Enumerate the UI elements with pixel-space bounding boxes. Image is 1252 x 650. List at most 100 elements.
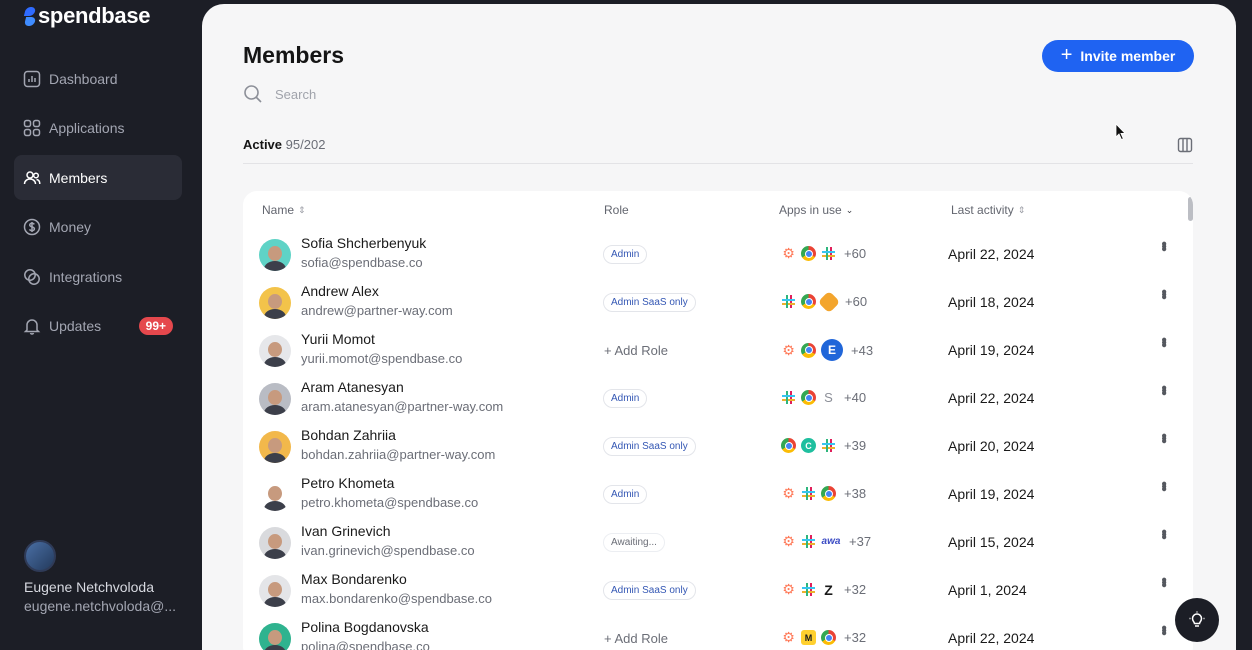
table-row[interactable]: Andrew Alex andrew@partner-way.com Admin S… xyxy=(243,279,1193,327)
member-name[interactable]: Andrew Alex xyxy=(301,283,379,299)
chrome-icon xyxy=(801,294,816,309)
search-bar[interactable]: Search xyxy=(243,84,316,104)
apps-in-use[interactable]: ⚙ awa +37 xyxy=(781,533,871,549)
member-name[interactable]: Sofia Shcherbenyuk xyxy=(301,235,426,251)
apps-in-use[interactable]: ⚙ +38 xyxy=(781,485,866,501)
slack-icon xyxy=(801,486,816,501)
column-header-label: Role xyxy=(604,203,629,217)
apps-in-use[interactable]: ⚙ Z +32 xyxy=(781,581,867,598)
brand-logo[interactable]: spendbase xyxy=(24,3,151,29)
apps-in-use[interactable]: ⚙ M +32 xyxy=(781,629,867,645)
chrome-icon xyxy=(781,438,796,453)
column-header-activity[interactable]: Last activity ⇕ xyxy=(951,203,1025,217)
user-profile[interactable]: Eugene Netchvoloda eugene.netchvoloda@..… xyxy=(24,540,184,616)
apps-more-count: +32 xyxy=(844,630,867,645)
member-name[interactable]: Polina Bogdanovska xyxy=(301,619,429,635)
apps-in-use[interactable]: C +39 xyxy=(781,438,866,453)
tab-active[interactable]: Active 95/202 xyxy=(243,137,325,152)
apps-in-use[interactable]: ⚙ +60 xyxy=(781,245,867,261)
sort-icon: ⇕ xyxy=(1017,204,1026,215)
search-icon xyxy=(244,85,262,103)
apps-more-count: +60 xyxy=(845,294,868,309)
add-role-button[interactable]: + Add Role xyxy=(604,631,668,646)
chrome-icon xyxy=(801,246,816,261)
member-name[interactable]: Yurii Momot xyxy=(301,331,375,347)
row-menu-icon[interactable]: ••• xyxy=(1155,529,1172,537)
row-menu-icon[interactable]: ••• xyxy=(1155,577,1172,585)
apps-more-count: +43 xyxy=(851,342,874,358)
tips-button[interactable] xyxy=(1175,598,1219,642)
last-activity: April 22, 2024 xyxy=(948,390,1035,406)
apps-in-use[interactable]: ⚙ E +43 xyxy=(781,339,874,361)
row-menu-icon[interactable]: ••• xyxy=(1155,385,1172,393)
member-email: aram.atanesyan@partner-way.com xyxy=(301,399,504,414)
apps-in-use[interactable]: +60 xyxy=(781,290,868,313)
role-badge[interactable]: Admin xyxy=(603,389,648,408)
row-menu-icon[interactable]: ••• xyxy=(1155,337,1172,345)
table-row[interactable]: Aram Atanesyan aram.atanesyan@partner-way… xyxy=(243,375,1193,423)
hubspot-icon: ⚙ xyxy=(782,245,795,261)
role-badge[interactable]: Awaiting... xyxy=(603,533,665,552)
apps-more-count: +60 xyxy=(844,246,867,261)
member-email: petro.khometa@spendbase.co xyxy=(301,495,479,510)
table-row[interactable]: Sofia Shcherbenyuk sofia@spendbase.co Admi… xyxy=(243,231,1193,279)
role-badge[interactable]: Admin SaaS only xyxy=(603,581,696,600)
member-name[interactable]: Petro Khometa xyxy=(301,475,394,491)
column-header-apps[interactable]: Apps in use ⌄ xyxy=(779,203,853,217)
apps-more-count: +39 xyxy=(844,438,867,453)
chrome-icon xyxy=(821,486,836,501)
sidebar-item-money[interactable]: Money xyxy=(14,205,182,250)
avatar xyxy=(24,540,56,572)
hubspot-icon: ⚙ xyxy=(782,533,795,549)
last-activity: April 20, 2024 xyxy=(948,438,1035,454)
table-row[interactable]: Polina Bogdanovska polina@spendbase.co + A… xyxy=(243,615,1193,650)
columns-icon xyxy=(1177,137,1193,153)
last-activity: April 19, 2024 xyxy=(948,342,1035,358)
table-scrollbar[interactable] xyxy=(1188,197,1193,221)
profile-email: eugene.netchvoloda@... xyxy=(24,598,176,614)
apps-more-count: +40 xyxy=(844,390,867,405)
table-row[interactable]: Yurii Momot yurii.momot@spendbase.co + Add… xyxy=(243,327,1193,375)
member-name[interactable]: Aram Atanesyan xyxy=(301,379,404,395)
member-name[interactable]: Max Bondarenko xyxy=(301,571,407,587)
page-title: Members xyxy=(243,42,344,68)
brand-name: spendbase xyxy=(38,3,151,28)
column-header-label: Last activity xyxy=(951,203,1014,217)
apps-in-use[interactable]: S +40 xyxy=(781,390,866,405)
invite-member-button[interactable]: + Invite member xyxy=(1042,40,1194,72)
table-row[interactable]: Ivan Grinevich ivan.grinevich@spendbase.c… xyxy=(243,519,1193,567)
table-row[interactable]: Max Bondarenko max.bondarenko@spendbase.c… xyxy=(243,567,1193,615)
role-badge[interactable]: Admin SaaS only xyxy=(603,293,696,312)
table-row[interactable]: Bohdan Zahriia bohdan.zahriia@partner-way… xyxy=(243,423,1193,471)
lightbulb-icon xyxy=(1189,611,1205,627)
row-menu-icon[interactable]: ••• xyxy=(1155,289,1172,297)
member-email: polina@spendbase.co xyxy=(301,639,430,650)
add-role-button[interactable]: + Add Role xyxy=(604,343,668,358)
sidebar-item-integrations[interactable]: Integrations xyxy=(14,254,182,299)
search-input[interactable]: Search xyxy=(275,87,316,102)
role-badge[interactable]: Admin xyxy=(603,485,648,504)
row-menu-icon[interactable]: ••• xyxy=(1155,241,1172,249)
avatar xyxy=(259,239,291,271)
role-badge[interactable]: Admin xyxy=(603,245,648,264)
sidebar-item-dashboard[interactable]: Dashboard xyxy=(14,56,182,101)
chart-icon xyxy=(23,70,41,88)
row-menu-icon[interactable]: ••• xyxy=(1155,625,1172,633)
sidebar-item-label: Applications xyxy=(49,120,125,137)
member-name[interactable]: Bohdan Zahriia xyxy=(301,427,396,443)
sidebar-item-label: Dashboard xyxy=(49,70,118,87)
row-menu-icon[interactable]: ••• xyxy=(1155,433,1172,441)
role-badge[interactable]: Admin SaaS only xyxy=(603,437,696,456)
column-header-name[interactable]: Name ⇕ xyxy=(262,203,306,217)
apps-more-count: +32 xyxy=(844,582,867,597)
sidebar-item-applications[interactable]: Applications xyxy=(14,106,182,151)
elementor-icon: E xyxy=(821,339,843,361)
row-menu-icon[interactable]: ••• xyxy=(1155,481,1172,489)
sidebar-item-members[interactable]: Members xyxy=(14,155,182,201)
member-email: ivan.grinevich@spendbase.co xyxy=(301,543,475,558)
tab-active-label: Active xyxy=(243,137,283,152)
columns-toggle-button[interactable] xyxy=(1177,137,1193,153)
sidebar-item-updates[interactable]: Updates 99+ xyxy=(14,304,182,349)
member-name[interactable]: Ivan Grinevich xyxy=(301,523,390,539)
table-row[interactable]: Petro Khometa petro.khometa@spendbase.co A… xyxy=(243,471,1193,519)
